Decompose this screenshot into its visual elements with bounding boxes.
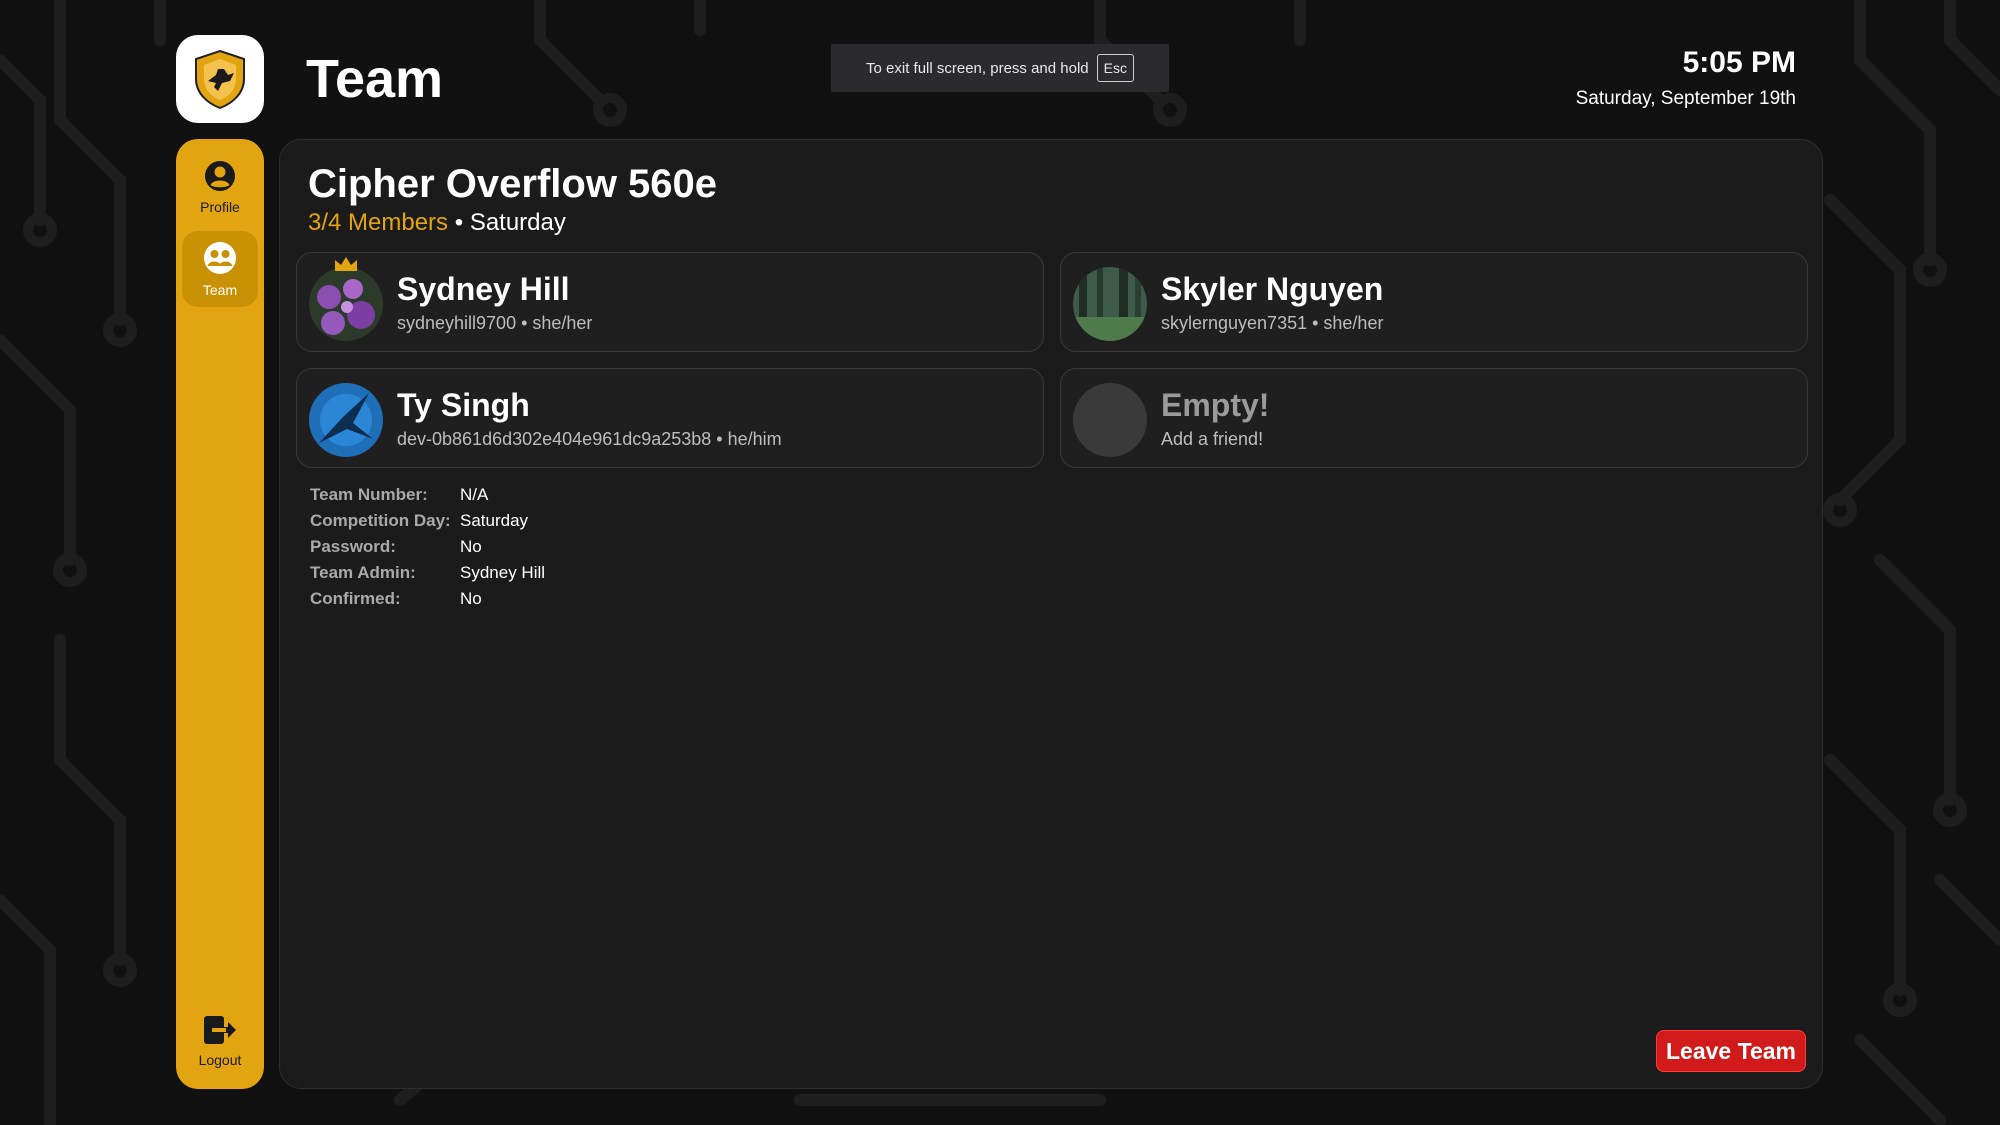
member-username: dev-0b861d6d302e404e961dc9a253b8 • he/hi…	[397, 429, 782, 449]
detail-value: Sydney Hill	[460, 563, 546, 582]
team-name: Cipher Overflow 560e	[308, 162, 718, 206]
team-day: Saturday	[469, 209, 566, 236]
add-friend-prompt: Add a friend!	[1161, 429, 1264, 449]
detail-value: N/A	[460, 485, 489, 504]
leave-team-button[interactable]: Leave Team	[1656, 1030, 1806, 1072]
detail-row: Confirmed: No	[310, 586, 545, 612]
member-card[interactable]: Ty Singh dev-0b861d6d302e404e961dc9a253b…	[296, 368, 1044, 468]
detail-row: Team Number: N/A	[310, 482, 545, 508]
fullscreen-toast: To exit full screen, press and hold Esc	[831, 44, 1169, 92]
sidebar: Profile Team Logout	[176, 139, 264, 1089]
clock-time: 5:05 PM	[1682, 46, 1796, 79]
member-name: Sydney Hill	[397, 271, 570, 307]
shield-logo-icon	[195, 49, 245, 110]
sidebar-item-logout[interactable]: Logout	[182, 1003, 258, 1079]
user-circle-icon	[205, 161, 235, 191]
member-name: Skyler Nguyen	[1161, 271, 1384, 307]
member-username: sydneyhill9700 • she/her	[397, 313, 593, 333]
detail-row: Password: No	[310, 534, 545, 560]
team-subtitle: 3/4 Members • Saturday	[308, 209, 566, 237]
empty-avatar	[1073, 383, 1147, 457]
sidebar-item-profile[interactable]: Profile	[182, 149, 258, 225]
forest-avatar	[1073, 267, 1147, 341]
sidebar-item-team[interactable]: Team	[182, 231, 258, 307]
member-card[interactable]: Skyler Nguyen skylernguyen7351 • she/her	[1060, 252, 1808, 352]
team-details: Team Number: N/A Competition Day: Saturd…	[310, 482, 545, 612]
detail-label: Competition Day:	[310, 511, 451, 530]
empty-slot-title: Empty!	[1161, 387, 1270, 423]
detail-value: No	[460, 589, 482, 608]
detail-value: Saturday	[460, 511, 529, 530]
sidebar-item-label: Profile	[200, 199, 240, 215]
sidebar-item-label: Logout	[198, 1052, 242, 1068]
detail-value: No	[460, 537, 482, 556]
detail-label: Team Admin:	[310, 563, 416, 582]
detail-label: Team Number:	[310, 485, 428, 504]
member-card[interactable]: Sydney Hill sydneyhill9700 • she/her	[296, 252, 1044, 352]
page-title: Team	[306, 49, 444, 109]
member-name: Ty Singh	[397, 387, 530, 423]
bird-avatar	[309, 383, 383, 457]
crown-icon	[335, 257, 357, 271]
flowers-avatar	[309, 267, 383, 341]
detail-label: Confirmed:	[310, 589, 401, 608]
detail-label: Password:	[310, 537, 396, 556]
empty-slot-card[interactable]: Empty! Add a friend!	[1060, 368, 1808, 468]
app-logo	[176, 35, 264, 123]
team-members-count: 3/4 Members	[308, 209, 449, 236]
fullscreen-toast-message: To exit full screen, press and hold	[866, 59, 1089, 77]
detail-row: Competition Day: Saturday	[310, 508, 545, 534]
logout-icon	[204, 1016, 236, 1044]
team-panel: Cipher Overflow 560e 3/4 Members • Satur…	[279, 139, 1823, 1089]
clock-date: Saturday, September 19th	[1575, 88, 1796, 109]
member-username: skylernguyen7351 • she/her	[1161, 313, 1384, 333]
esc-key-hint: Esc	[1096, 54, 1134, 82]
detail-row: Team Admin: Sydney Hill	[310, 560, 545, 586]
sidebar-item-label: Team	[202, 282, 238, 298]
clock: 5:05 PM Saturday, September 19th	[1576, 46, 1796, 110]
team-subtitle-separator: •	[454, 209, 464, 236]
team-icon	[204, 242, 236, 274]
